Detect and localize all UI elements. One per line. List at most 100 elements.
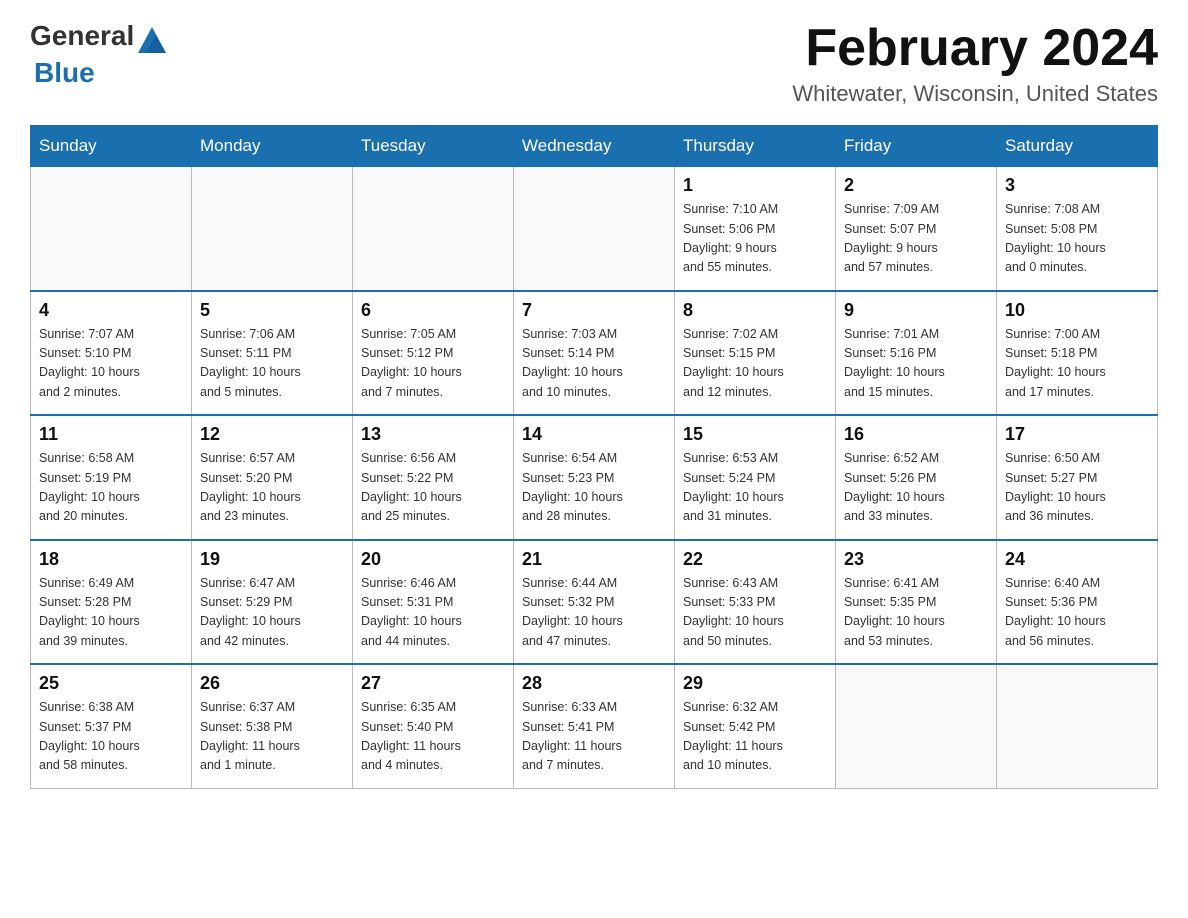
day-number: 12 [200, 424, 344, 445]
day-number: 17 [1005, 424, 1149, 445]
weekday-header-thursday: Thursday [675, 126, 836, 167]
day-number: 5 [200, 300, 344, 321]
calendar-cell: 27Sunrise: 6:35 AMSunset: 5:40 PMDayligh… [353, 664, 514, 788]
weekday-header-wednesday: Wednesday [514, 126, 675, 167]
calendar-cell: 24Sunrise: 6:40 AMSunset: 5:36 PMDayligh… [997, 540, 1158, 665]
day-info: Sunrise: 7:00 AMSunset: 5:18 PMDaylight:… [1005, 325, 1149, 403]
day-number: 23 [844, 549, 988, 570]
calendar-cell: 3Sunrise: 7:08 AMSunset: 5:08 PMDaylight… [997, 167, 1158, 291]
calendar-cell: 29Sunrise: 6:32 AMSunset: 5:42 PMDayligh… [675, 664, 836, 788]
day-info: Sunrise: 6:40 AMSunset: 5:36 PMDaylight:… [1005, 574, 1149, 652]
day-info: Sunrise: 6:52 AMSunset: 5:26 PMDaylight:… [844, 449, 988, 527]
day-info: Sunrise: 6:37 AMSunset: 5:38 PMDaylight:… [200, 698, 344, 776]
calendar-cell: 22 Sunrise: 6:43 AMSunset: 5:33 PMDayligh… [675, 540, 836, 665]
day-number: 8 [683, 300, 827, 321]
day-info: Sunrise: 7:05 AMSunset: 5:12 PMDaylight:… [361, 325, 505, 403]
day-number: 11 [39, 424, 183, 445]
weekday-header-saturday: Saturday [997, 126, 1158, 167]
calendar-week-row: 25Sunrise: 6:38 AMSunset: 5:37 PMDayligh… [31, 664, 1158, 788]
calendar-cell: 13 Sunrise: 6:56 AMSunset: 5:22 PMDayligh… [353, 415, 514, 540]
calendar-cell: 14 Sunrise: 6:54 AMSunset: 5:23 PMDayligh… [514, 415, 675, 540]
logo-text: General Blue [30, 20, 170, 89]
day-info: Sunrise: 7:07 AMSunset: 5:10 PMDaylight:… [39, 325, 183, 403]
calendar-cell: 11 Sunrise: 6:58 AMSunset: 5:19 PMDayligh… [31, 415, 192, 540]
weekday-header-monday: Monday [192, 126, 353, 167]
day-info: Sunrise: 6:50 AMSunset: 5:27 PMDaylight:… [1005, 449, 1149, 527]
calendar-cell: 26 Sunrise: 6:37 AMSunset: 5:38 PMDayligh… [192, 664, 353, 788]
calendar-cell: 1 Sunrise: 7:10 AMSunset: 5:06 PMDaylight… [675, 167, 836, 291]
logo: General Blue [30, 20, 170, 89]
day-number: 26 [200, 673, 344, 694]
day-number: 15 [683, 424, 827, 445]
day-number: 6 [361, 300, 505, 321]
calendar-week-row: 1 Sunrise: 7:10 AMSunset: 5:06 PMDaylight… [31, 167, 1158, 291]
calendar-cell [192, 167, 353, 291]
day-info: Sunrise: 6:47 AMSunset: 5:29 PMDaylight:… [200, 574, 344, 652]
calendar-cell: 25Sunrise: 6:38 AMSunset: 5:37 PMDayligh… [31, 664, 192, 788]
day-info: Sunrise: 7:06 AMSunset: 5:11 PMDaylight:… [200, 325, 344, 403]
weekday-header-row: SundayMondayTuesdayWednesdayThursdayFrid… [31, 126, 1158, 167]
day-info: Sunrise: 6:43 AMSunset: 5:33 PMDaylight:… [683, 574, 827, 652]
calendar-cell: 28 Sunrise: 6:33 AMSunset: 5:41 PMDayligh… [514, 664, 675, 788]
day-number: 2 [844, 175, 988, 196]
calendar-cell: 10 Sunrise: 7:00 AMSunset: 5:18 PMDayligh… [997, 291, 1158, 416]
day-info: Sunrise: 6:44 AMSunset: 5:32 PMDaylight:… [522, 574, 666, 652]
title-area: February 2024 Whitewater, Wisconsin, Uni… [792, 20, 1158, 107]
calendar-cell: 15 Sunrise: 6:53 AMSunset: 5:24 PMDayligh… [675, 415, 836, 540]
day-number: 14 [522, 424, 666, 445]
calendar-week-row: 18Sunrise: 6:49 AMSunset: 5:28 PMDayligh… [31, 540, 1158, 665]
calendar-cell: 16 Sunrise: 6:52 AMSunset: 5:26 PMDayligh… [836, 415, 997, 540]
calendar-cell: 23Sunrise: 6:41 AMSunset: 5:35 PMDayligh… [836, 540, 997, 665]
calendar-cell [31, 167, 192, 291]
day-info: Sunrise: 6:56 AMSunset: 5:22 PMDaylight:… [361, 449, 505, 527]
day-number: 16 [844, 424, 988, 445]
logo-icon [136, 25, 168, 57]
logo-blue: Blue [34, 57, 95, 88]
day-info: Sunrise: 6:49 AMSunset: 5:28 PMDaylight:… [39, 574, 183, 652]
calendar-cell [514, 167, 675, 291]
day-number: 29 [683, 673, 827, 694]
day-info: Sunrise: 7:09 AMSunset: 5:07 PMDaylight:… [844, 200, 988, 278]
day-info: Sunrise: 7:02 AMSunset: 5:15 PMDaylight:… [683, 325, 827, 403]
day-info: Sunrise: 6:53 AMSunset: 5:24 PMDaylight:… [683, 449, 827, 527]
day-info: Sunrise: 7:03 AMSunset: 5:14 PMDaylight:… [522, 325, 666, 403]
logo-general: General [30, 20, 134, 51]
day-number: 3 [1005, 175, 1149, 196]
calendar-cell: 17 Sunrise: 6:50 AMSunset: 5:27 PMDayligh… [997, 415, 1158, 540]
calendar-cell: 6 Sunrise: 7:05 AMSunset: 5:12 PMDaylight… [353, 291, 514, 416]
day-info: Sunrise: 6:33 AMSunset: 5:41 PMDaylight:… [522, 698, 666, 776]
calendar-cell [836, 664, 997, 788]
day-number: 22 [683, 549, 827, 570]
calendar-cell: 21 Sunrise: 6:44 AMSunset: 5:32 PMDayligh… [514, 540, 675, 665]
calendar-cell: 2 Sunrise: 7:09 AMSunset: 5:07 PMDaylight… [836, 167, 997, 291]
calendar-table: SundayMondayTuesdayWednesdayThursdayFrid… [30, 125, 1158, 789]
calendar-cell: 8 Sunrise: 7:02 AMSunset: 5:15 PMDaylight… [675, 291, 836, 416]
day-info: Sunrise: 6:57 AMSunset: 5:20 PMDaylight:… [200, 449, 344, 527]
calendar-cell: 9 Sunrise: 7:01 AMSunset: 5:16 PMDaylight… [836, 291, 997, 416]
day-info: Sunrise: 6:58 AMSunset: 5:19 PMDaylight:… [39, 449, 183, 527]
day-number: 10 [1005, 300, 1149, 321]
day-number: 20 [361, 549, 505, 570]
calendar-cell: 18Sunrise: 6:49 AMSunset: 5:28 PMDayligh… [31, 540, 192, 665]
calendar-cell: 5 Sunrise: 7:06 AMSunset: 5:11 PMDaylight… [192, 291, 353, 416]
month-title: February 2024 [792, 20, 1158, 77]
day-number: 13 [361, 424, 505, 445]
day-number: 21 [522, 549, 666, 570]
day-number: 9 [844, 300, 988, 321]
day-info: Sunrise: 6:54 AMSunset: 5:23 PMDaylight:… [522, 449, 666, 527]
day-info: Sunrise: 6:46 AMSunset: 5:31 PMDaylight:… [361, 574, 505, 652]
weekday-header-tuesday: Tuesday [353, 126, 514, 167]
calendar-cell: 4Sunrise: 7:07 AMSunset: 5:10 PMDaylight… [31, 291, 192, 416]
location-title: Whitewater, Wisconsin, United States [792, 81, 1158, 107]
day-number: 19 [200, 549, 344, 570]
day-info: Sunrise: 7:10 AMSunset: 5:06 PMDaylight:… [683, 200, 827, 278]
calendar-cell [353, 167, 514, 291]
day-number: 28 [522, 673, 666, 694]
calendar-cell: 20 Sunrise: 6:46 AMSunset: 5:31 PMDayligh… [353, 540, 514, 665]
page-header: General Blue February 2024 Whitewater, W… [30, 20, 1158, 107]
day-number: 1 [683, 175, 827, 196]
calendar-cell: 12 Sunrise: 6:57 AMSunset: 5:20 PMDayligh… [192, 415, 353, 540]
day-info: Sunrise: 7:01 AMSunset: 5:16 PMDaylight:… [844, 325, 988, 403]
day-info: Sunrise: 6:38 AMSunset: 5:37 PMDaylight:… [39, 698, 183, 776]
calendar-week-row: 11 Sunrise: 6:58 AMSunset: 5:19 PMDayligh… [31, 415, 1158, 540]
